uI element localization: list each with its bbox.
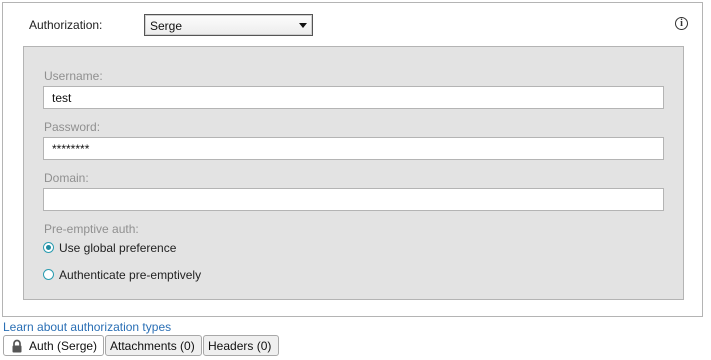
tab-attachments-label: Attachments (0) (110, 339, 195, 353)
tab-auth-label: Auth (Serge) (29, 339, 98, 353)
domain-field[interactable] (43, 188, 664, 211)
credentials-panel: Username: Password: Domain: Pre-emptive … (23, 46, 684, 300)
username-field[interactable] (43, 86, 664, 109)
preemptive-auth-label: Pre-emptive auth: (44, 222, 139, 236)
tab-headers-label: Headers (0) (208, 339, 272, 353)
password-label: Password: (44, 120, 101, 134)
use-global-preference-radio[interactable] (43, 242, 54, 253)
chevron-down-icon (299, 23, 307, 28)
authenticate-preemptively-radio[interactable] (43, 269, 54, 280)
use-global-preference-label: Use global preference (59, 241, 177, 255)
lock-icon (12, 339, 22, 353)
tab-attachments[interactable]: Attachments (0) (105, 335, 202, 356)
learn-authorization-link[interactable]: Learn about authorization types (3, 320, 171, 334)
password-field[interactable] (43, 137, 664, 160)
info-icon[interactable]: i (675, 17, 688, 30)
authorization-type-select[interactable]: Serge (144, 14, 313, 36)
authorization-panel: Authorization: Serge i Username: Passwor… (2, 2, 703, 317)
username-label: Username: (44, 69, 103, 83)
authorization-type-value: Serge (150, 19, 183, 33)
authorization-label: Authorization: (29, 18, 103, 32)
tab-auth[interactable]: Auth (Serge) (3, 335, 104, 356)
domain-label: Domain: (44, 171, 89, 185)
authenticate-preemptively-label: Authenticate pre-emptively (59, 268, 202, 282)
tab-headers[interactable]: Headers (0) (203, 335, 279, 356)
